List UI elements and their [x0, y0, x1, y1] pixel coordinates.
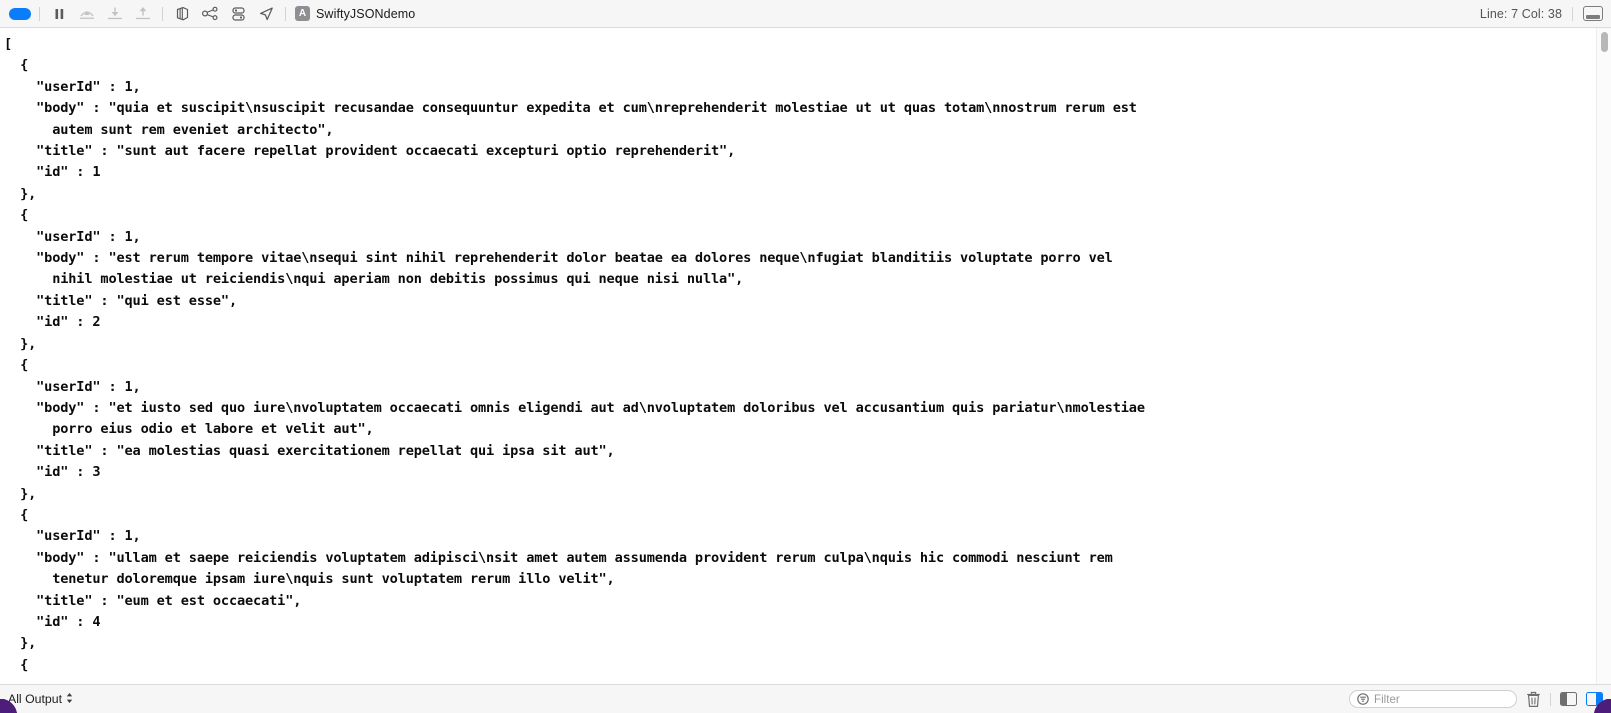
app-icon: A	[295, 6, 310, 21]
console-line: "userId" : 1,	[4, 528, 141, 545]
console-line: },	[4, 335, 37, 352]
environment-overrides-icon[interactable]	[224, 3, 252, 25]
console-line: "title" : "ea molestias quasi exercitati…	[4, 442, 615, 459]
console-scrollbar-thumb[interactable]	[1601, 32, 1608, 52]
toolbar-divider-2	[162, 6, 163, 21]
filter-circle-icon	[1357, 693, 1369, 705]
toolbar-divider-3	[285, 6, 286, 21]
step-out-icon	[129, 3, 157, 25]
console-line: },	[4, 485, 37, 502]
console-line: autem sunt rem eveniet architecto",	[4, 121, 334, 138]
console-output-text[interactable]: [ { "userId" : 1, "body" : "quia et susc…	[0, 28, 1611, 684]
debug-console-area: [ { "userId" : 1, "body" : "quia et susc…	[0, 28, 1611, 684]
stop-pill-shape	[9, 7, 31, 20]
toggle-debug-area-icon[interactable]	[1583, 6, 1603, 21]
toolbar-divider-1	[39, 6, 40, 21]
bottom-bar-right-group: Filter	[1349, 690, 1603, 708]
console-line: {	[4, 57, 29, 74]
console-line: "body" : "et iusto sed quo iure\nvolupta…	[4, 399, 1145, 416]
console-line: "body" : "ullam et saepe reiciendis volu…	[4, 549, 1113, 566]
toolbar: A SwiftyJSONdemo Line: 7 Col: 38	[0, 0, 1611, 28]
console-line: },	[4, 635, 37, 652]
console-line: "userId" : 1,	[4, 378, 141, 395]
step-over-icon	[73, 3, 101, 25]
show-variables-only-button[interactable]	[1586, 692, 1603, 706]
toolbar-right-group: Line: 7 Col: 38	[1480, 6, 1603, 21]
console-line: "id" : 2	[4, 314, 101, 331]
console-filter-field[interactable]: Filter	[1349, 690, 1517, 708]
location-simulate-icon[interactable]	[252, 3, 280, 25]
xcode-debug-window: A SwiftyJSONdemo Line: 7 Col: 38 [ { "us…	[0, 0, 1611, 713]
console-line: "userId" : 1,	[4, 78, 141, 95]
console-line: "userId" : 1,	[4, 228, 141, 245]
console-line: {	[4, 357, 29, 374]
console-line: tenetur doloremque ipsam iure\nquis sunt…	[4, 571, 615, 588]
output-scope-dropdown[interactable]: All Output	[8, 692, 73, 706]
bottom-bar-divider	[1550, 692, 1551, 706]
console-line: "id" : 4	[4, 613, 101, 630]
memory-graph-icon[interactable]	[196, 3, 224, 25]
console-line: "title" : "qui est esse",	[4, 292, 237, 309]
console-line: "id" : 1	[4, 164, 101, 181]
console-line: "body" : "quia et suscipit\nsuscipit rec…	[4, 100, 1137, 117]
console-line: },	[4, 185, 37, 202]
step-into-icon	[101, 3, 129, 25]
show-console-only-button[interactable]	[1560, 692, 1577, 706]
console-vertical-scrollbar[interactable]	[1596, 28, 1611, 684]
view-debug-hierarchy-icon[interactable]	[168, 3, 196, 25]
console-line: nihil molestiae ut reiciendis\nqui aperi…	[4, 271, 744, 288]
console-line: "id" : 3	[4, 464, 101, 481]
trash-icon[interactable]	[1526, 691, 1541, 708]
console-line: {	[4, 506, 29, 523]
run-stop-pill-icon[interactable]	[6, 3, 34, 25]
console-line: {	[4, 207, 29, 224]
output-scope-label: All Output	[8, 692, 62, 706]
console-line: "title" : "sunt aut facere repellat prov…	[4, 143, 736, 160]
pause-icon[interactable]	[45, 3, 73, 25]
console-line: porro eius odio et labore et velit aut",	[4, 421, 374, 438]
toolbar-left-group: A SwiftyJSONdemo	[6, 3, 415, 25]
line-col-indicator: Line: 7 Col: 38	[1479, 6, 1562, 21]
console-line: [	[4, 36, 13, 52]
console-line: "body" : "est rerum tempore vitae\nsequi…	[4, 250, 1113, 267]
filter-placeholder-text: Filter	[1374, 692, 1400, 706]
console-line: {	[4, 656, 29, 673]
toolbar-divider-4	[1572, 6, 1573, 21]
scheme-breadcrumb[interactable]: A SwiftyJSONdemo	[295, 6, 415, 21]
console-line: "title" : "eum et est occaecati",	[4, 592, 302, 609]
debug-bottom-bar: All Output Filter	[0, 684, 1611, 713]
chevron-updown-icon	[66, 692, 73, 704]
app-title-label: SwiftyJSONdemo	[316, 6, 416, 21]
